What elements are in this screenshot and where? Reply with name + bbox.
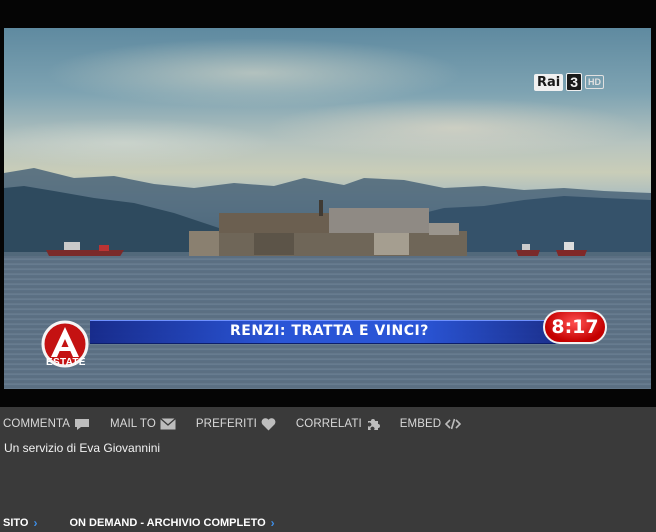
- action-toolbar: COMMENTA MAIL TO PREFERITI CORRELATI EMB…: [3, 416, 481, 432]
- comment-button[interactable]: COMMENTA: [3, 418, 90, 431]
- site-link-label: SITO: [3, 517, 29, 529]
- mail-to-button[interactable]: MAIL TO: [110, 418, 176, 430]
- show-logo-label: ESTATE: [46, 357, 86, 368]
- video-player[interactable]: Rai 3 HD RENZI: TRATTA E VINCI? ESTATE 8…: [0, 0, 656, 407]
- site-link[interactable]: SITO ›: [3, 516, 37, 530]
- comment-icon: [75, 418, 90, 430]
- related-label: CORRELATI: [295, 418, 362, 430]
- puzzle-icon: [367, 419, 380, 430]
- code-icon: [445, 418, 462, 430]
- heart-icon: [261, 417, 276, 430]
- embed-label: EMBED: [399, 418, 442, 430]
- mail-icon: [159, 418, 176, 430]
- related-button[interactable]: CORRELATI: [296, 417, 380, 431]
- on-demand-archive-label: ON DEMAND - ARCHIVIO COMPLETO: [69, 517, 266, 529]
- hd-badge: HD: [585, 75, 605, 89]
- footer-links: SITO › ON DEMAND - ARCHIVIO COMPLETO ›: [3, 516, 307, 530]
- embed-button[interactable]: EMBED: [399, 418, 462, 430]
- on-demand-archive-link[interactable]: ON DEMAND - ARCHIVIO COMPLETO ›: [69, 516, 274, 530]
- ticker-headline: RENZI: TRATTA E VINCI?: [230, 323, 429, 339]
- channel-number: 3: [566, 73, 583, 91]
- favorites-button[interactable]: PREFERITI: [195, 417, 276, 431]
- mail-to-label: MAIL TO: [110, 418, 156, 430]
- channel-logo-text: Rai: [534, 73, 564, 91]
- clock-badge: 8:17: [543, 310, 607, 344]
- chevron-right-icon: ›: [33, 516, 38, 530]
- chevron-right-icon: ›: [270, 516, 275, 530]
- channel-logo: Rai 3 HD: [534, 72, 605, 92]
- favorites-label: PREFERITI: [195, 418, 257, 430]
- comment-label: COMMENTA: [3, 418, 71, 430]
- video-description: Un servizio di Eva Giovannini: [4, 441, 161, 455]
